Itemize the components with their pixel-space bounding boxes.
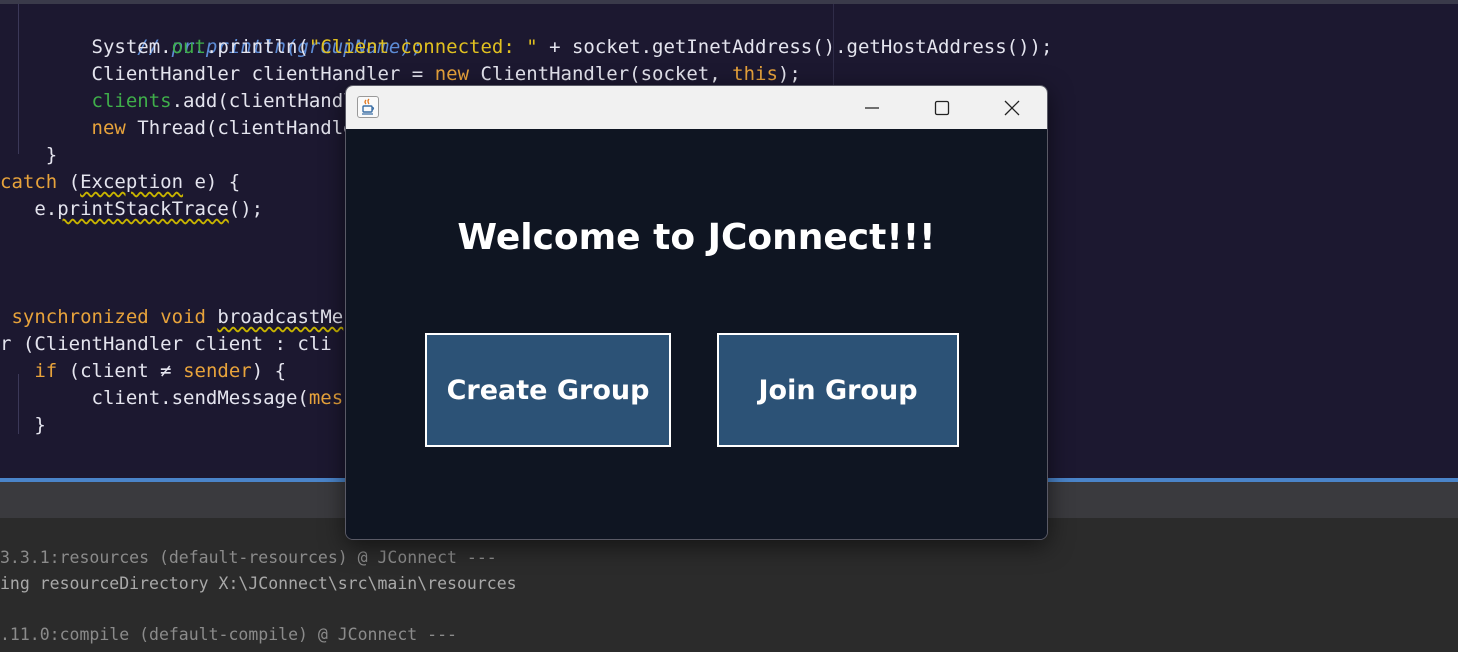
window-title-bar[interactable] [346, 86, 1047, 129]
console-line: .11.0:compile (default-compile) @ JConne… [0, 625, 457, 644]
welcome-title: Welcome to JConnect!!! [457, 217, 936, 258]
code-line[interactable]: System.out.println("Client connected: " … [0, 34, 1053, 61]
code-line[interactable]: r (ClientHandler client : cli [0, 331, 332, 358]
code-line[interactable]: new Thread(clientHandle [0, 115, 355, 142]
join-group-button[interactable]: Join Group [717, 333, 959, 447]
close-icon [1004, 100, 1020, 115]
code-line[interactable]: synchronized void broadcastMe [0, 304, 343, 331]
console-line: 3.3.1:resources (default-resources) @ JC… [0, 548, 497, 567]
maximize-icon [934, 100, 950, 115]
code-line[interactable]: ClientHandler clientHandler = new Client… [0, 61, 801, 88]
code-line[interactable]: e.printStackTrace(); [0, 196, 263, 223]
code-line[interactable]: catch (Exception e) { [0, 169, 240, 196]
close-button[interactable] [977, 86, 1047, 129]
code-line[interactable]: client.sendMessage(messa [0, 385, 367, 412]
code-line[interactable]: // pr.println(groupName); [0, 7, 423, 58]
minimize-icon [865, 106, 879, 109]
code-line[interactable]: if (client ≠ sender) { [0, 358, 286, 385]
java-icon[interactable] [357, 96, 379, 118]
console-line: ing resourceDirectory X:\JConnect\src\ma… [0, 574, 517, 593]
minimize-button[interactable] [837, 86, 907, 129]
code-line[interactable]: } [0, 142, 57, 169]
jconnect-window: Welcome to JConnect!!! Create Group Join… [345, 85, 1048, 540]
code-line[interactable]: } [0, 412, 45, 439]
create-group-button[interactable]: Create Group [425, 333, 671, 447]
window-content: Welcome to JConnect!!! Create Group Join… [346, 129, 1047, 539]
maximize-button[interactable] [907, 86, 977, 129]
code-line[interactable]: clients.add(clientHandl [0, 88, 355, 115]
